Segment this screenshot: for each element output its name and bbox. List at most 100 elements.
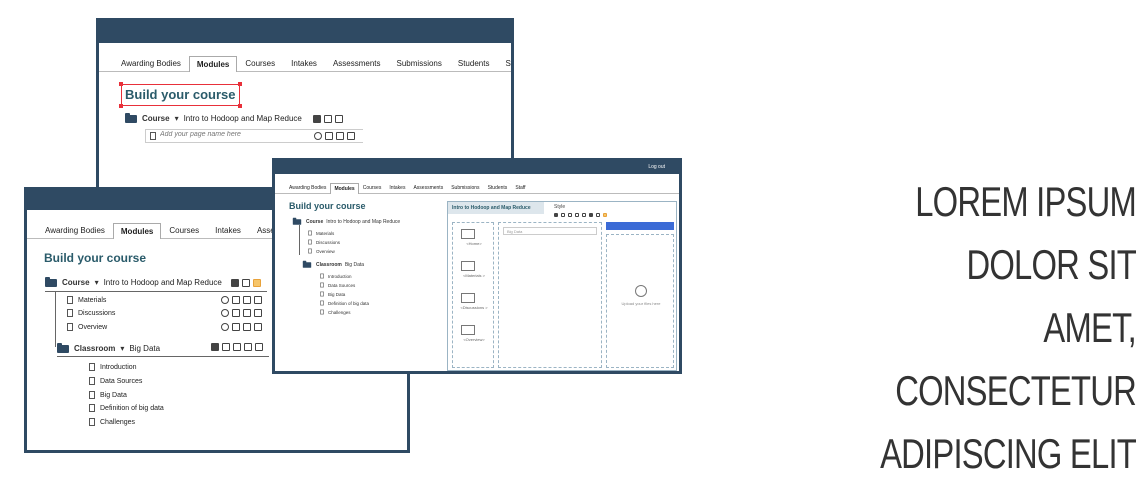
tab-assessments[interactable]: Assessments [409,182,447,193]
thumb-label: <Overview> [463,337,485,342]
style-select[interactable]: Style [554,204,565,210]
trash-icon[interactable] [254,309,262,317]
tab-awarding-bodies[interactable]: Awarding Bodies [113,55,189,71]
italic-icon[interactable] [561,213,565,217]
trash-icon[interactable] [254,323,262,331]
tree-item-big-data[interactable]: Big Data [89,391,127,399]
media-strip[interactable] [606,222,674,230]
tree-item-introduction[interactable]: Introduction [319,272,352,280]
add-folder-icon[interactable] [230,278,239,287]
trash-icon[interactable] [347,132,355,140]
upload-dropzone[interactable]: Upload your files here [606,234,674,368]
view-icon[interactable] [232,323,240,331]
link-icon[interactable] [582,213,586,217]
course-row[interactable]: Course ▾ Intro to Hodoop and Map Reduce [45,276,261,287]
page-icon [308,248,312,254]
user-icon[interactable] [221,296,229,304]
user-icon[interactable] [221,309,229,317]
tab-intakes[interactable]: Intakes [385,182,409,193]
classroom-row[interactable]: Classroom Big Data [301,260,364,269]
tab-submissions[interactable]: Submissions [389,55,450,71]
copy-icon[interactable] [243,296,251,304]
classroom-row[interactable]: Classroom ▾ Big Data [57,342,160,353]
tab-modules[interactable]: Modules [188,56,238,72]
tree-item-label: Data Sources [328,282,356,288]
view-icon[interactable] [325,132,333,140]
tab-staff[interactable]: Staff [511,182,529,193]
image-icon[interactable] [589,213,593,217]
tree-item-overview[interactable]: Overview [67,323,107,331]
folder-icon [45,276,57,287]
view-icon[interactable] [252,278,261,287]
page-title: Build your course [125,87,236,102]
tab-courses[interactable]: Courses [237,55,283,71]
image-icon[interactable] [461,229,475,239]
page-name-input[interactable] [160,131,310,138]
tab-awarding-bodies[interactable]: Awarding Bodies [285,182,330,193]
tab-modules[interactable]: Modules [112,223,162,239]
add-page-icon[interactable] [323,114,332,123]
tree-item-materials[interactable]: Materials [67,296,106,304]
stage: Awarding Bodies Modules Courses Intakes … [0,0,1140,500]
add-page-icon[interactable] [241,278,250,287]
tab-courses[interactable]: Courses [359,182,386,193]
image-icon[interactable] [461,325,475,335]
selected-title-box[interactable]: Build your course [119,82,242,108]
tab-assessments[interactable]: Assessments [325,55,389,71]
tree-item-definition[interactable]: Definition of big data [319,299,369,307]
tab-students[interactable]: Students [450,55,498,71]
tree-item-discussions[interactable]: Discussions [67,309,115,317]
overview-actions [221,323,262,331]
view-icon[interactable] [232,296,240,304]
trash-icon[interactable] [254,296,262,304]
content-area[interactable]: Big Data [498,222,602,368]
list-icon[interactable] [575,213,579,217]
trash-icon[interactable] [255,343,263,351]
tab-submissions[interactable]: Submissions [447,182,483,193]
tree-item-materials[interactable]: Materials [307,229,334,237]
tab-staff[interactable]: Staff [497,55,511,71]
view-icon[interactable] [334,114,343,123]
copy-icon[interactable] [243,323,251,331]
bold-icon[interactable] [554,213,558,217]
page-name-row[interactable] [145,129,363,143]
view-icon[interactable] [233,343,241,351]
tab-intakes[interactable]: Intakes [283,55,325,71]
tree-item-introduction[interactable]: Introduction [89,363,137,371]
copy-icon[interactable] [243,309,251,317]
copy-icon[interactable] [336,132,344,140]
tree-item-definition[interactable]: Definition of big data [89,404,164,412]
image-icon[interactable] [461,261,475,271]
underline-icon[interactable] [568,213,572,217]
tab-modules[interactable]: Modules [330,183,359,194]
tree-item-label: Challenges [328,309,351,315]
course-row[interactable]: Course ▾ Intro to Hodoop and Map Reduce [125,112,343,123]
page-title: Build your course [289,201,366,211]
tree-item-challenges[interactable]: Challenges [89,418,135,426]
tree-item-data-sources[interactable]: Data Sources [319,281,355,289]
tree-item-data-sources[interactable]: Data Sources [89,377,142,385]
tagline: LOREM IPSUM DOLOR SIT AMET, CONSECTETUR … [808,170,1137,485]
add-folder-icon[interactable] [312,114,321,123]
tree-item-big-data[interactable]: Big Data [319,290,345,298]
user-icon[interactable] [314,132,322,140]
tab-courses[interactable]: Courses [161,222,207,238]
course-name: Intro to Hodoop and Map Reduce [103,278,222,287]
highlight-icon[interactable] [603,213,607,217]
logout-link[interactable]: Log out [648,164,665,170]
tab-intakes[interactable]: Intakes [207,222,249,238]
table-icon[interactable] [596,213,600,217]
copy-icon[interactable] [244,343,252,351]
view-icon[interactable] [232,309,240,317]
search-input[interactable]: Big Data [503,227,597,235]
tree-item-challenges[interactable]: Challenges [319,308,351,316]
add-page-icon[interactable] [222,343,230,351]
tab-students[interactable]: Students [484,182,512,193]
course-row[interactable]: Course Intro to Hodoop and Map Reduce [291,217,400,226]
image-icon[interactable] [461,293,475,303]
tree-item-discussions[interactable]: Discussions [307,238,340,246]
tab-awarding-bodies[interactable]: Awarding Bodies [37,222,113,238]
tree-item-overview[interactable]: Overview [307,247,335,255]
user-icon[interactable] [221,323,229,331]
add-folder-icon[interactable] [211,343,219,351]
